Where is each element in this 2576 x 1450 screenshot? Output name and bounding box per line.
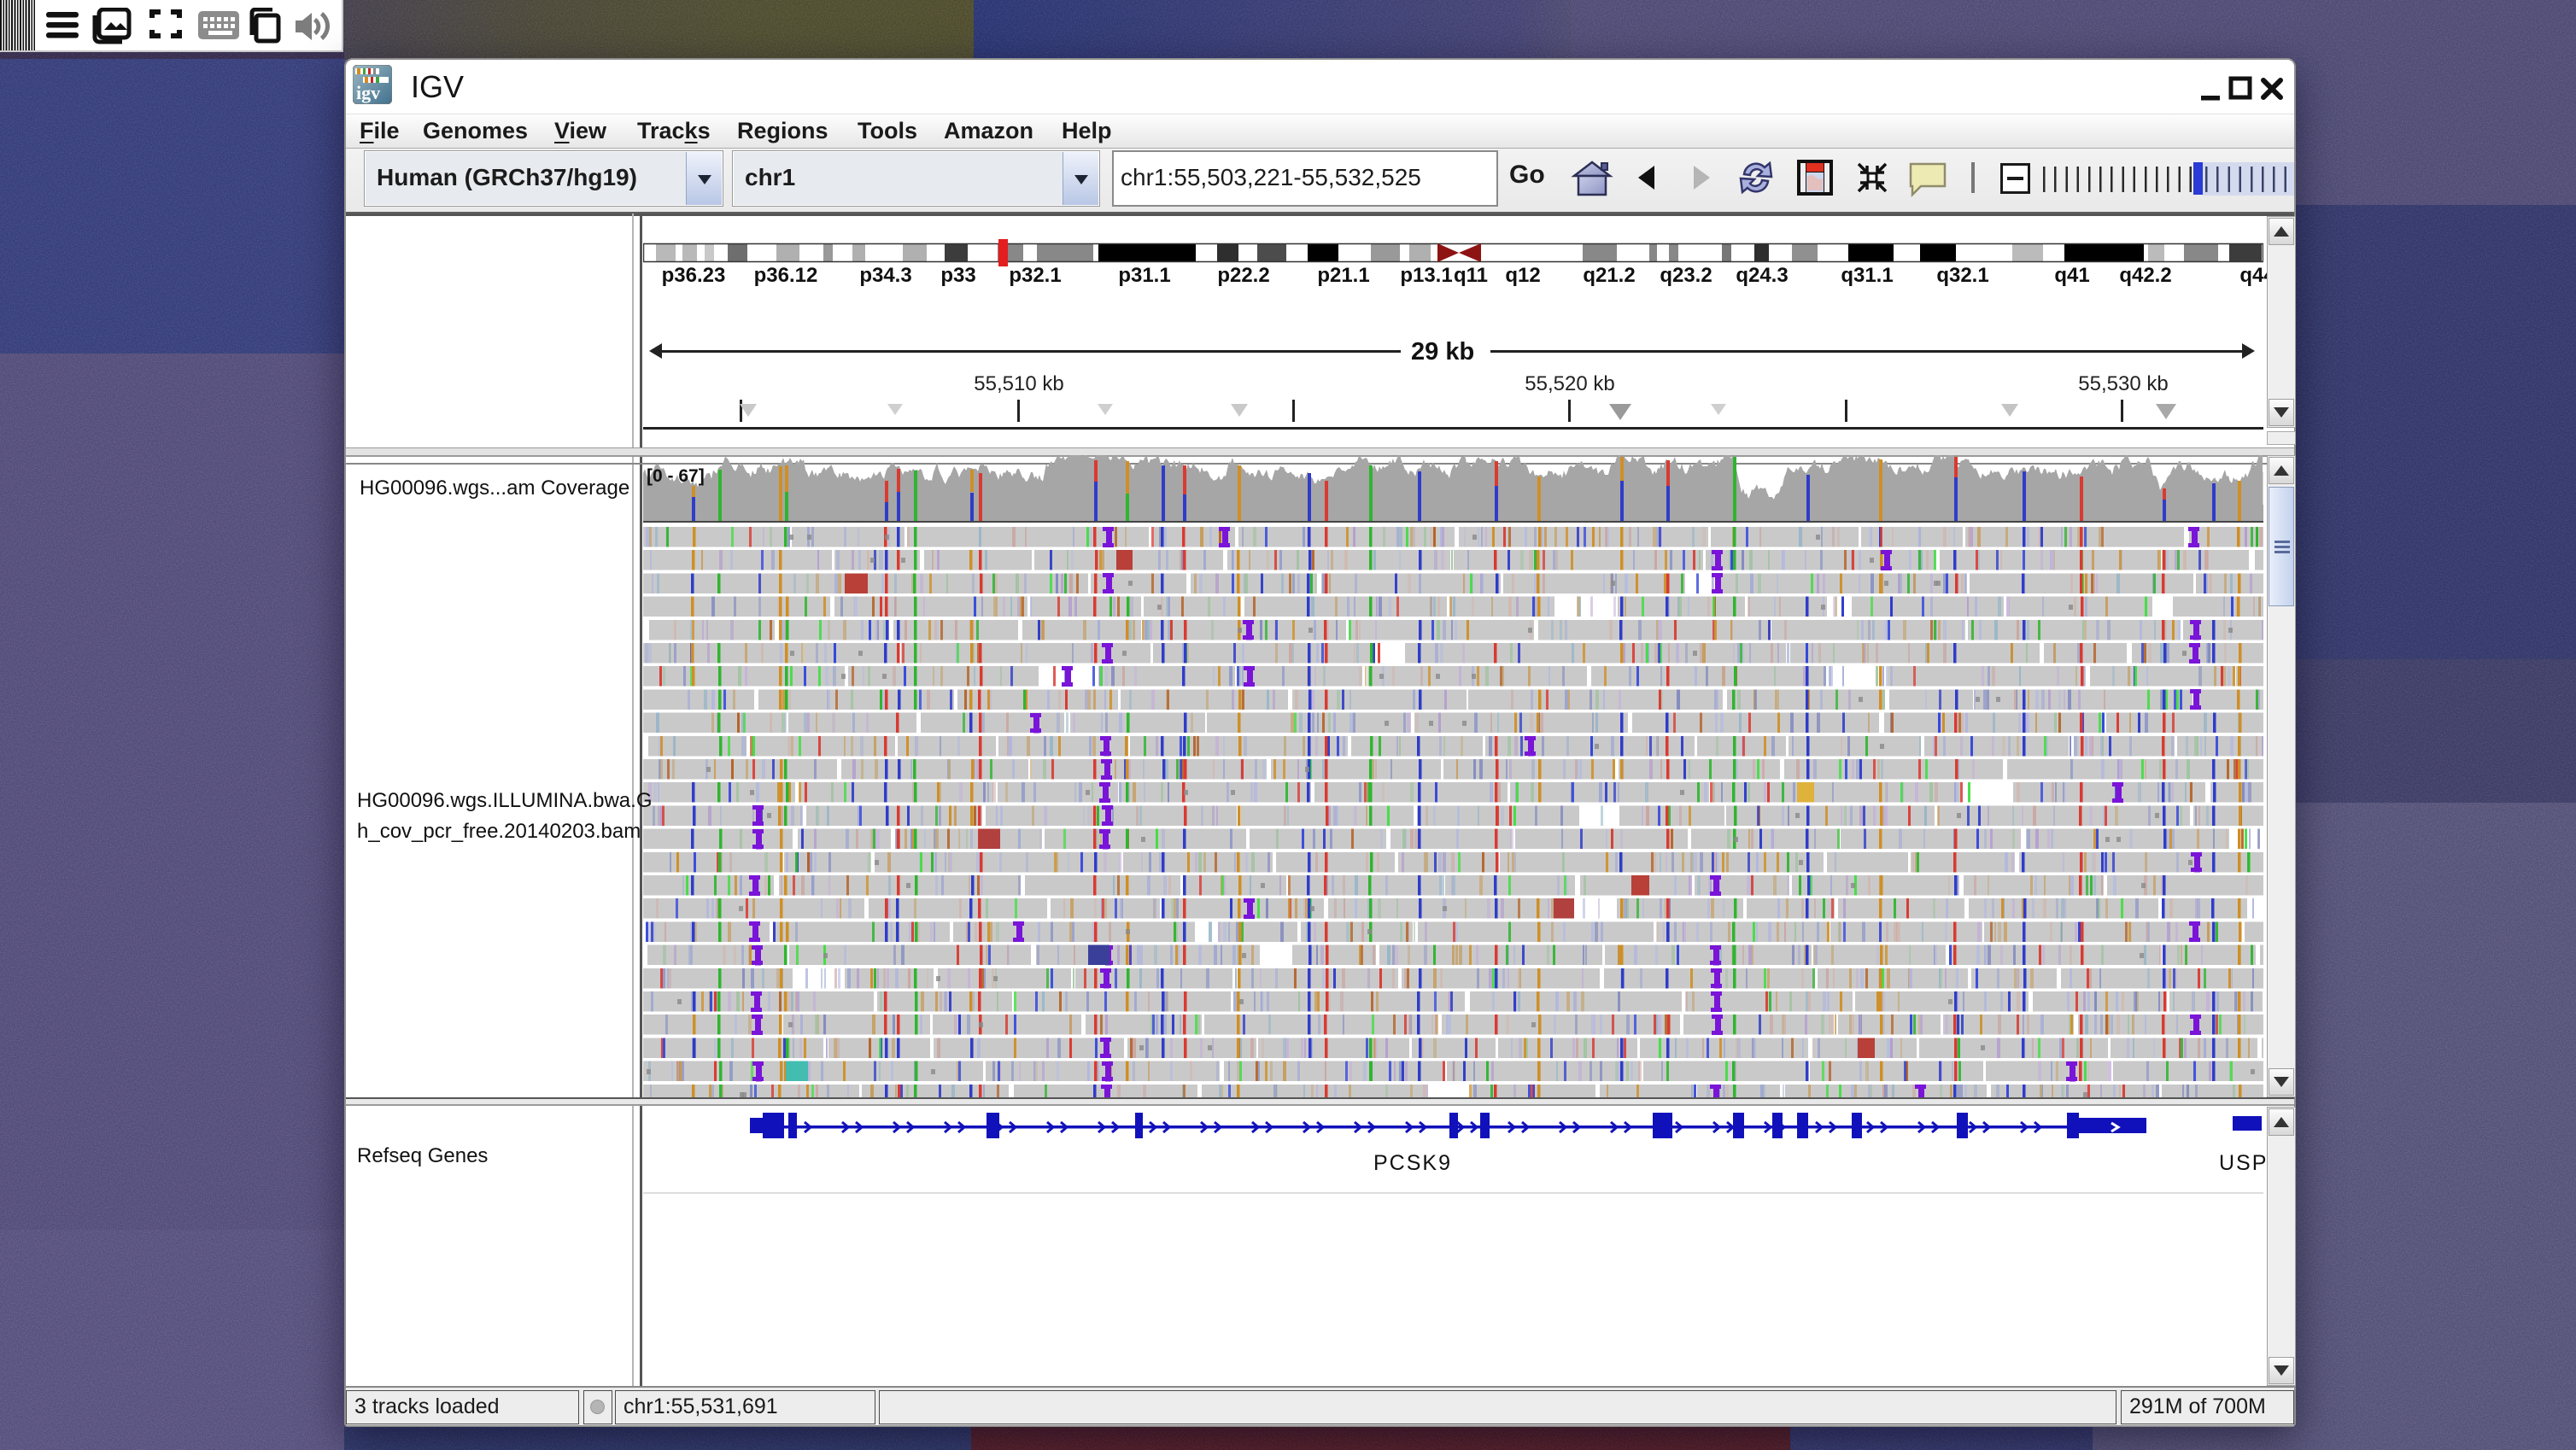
svg-text:igv: igv: [356, 82, 380, 103]
